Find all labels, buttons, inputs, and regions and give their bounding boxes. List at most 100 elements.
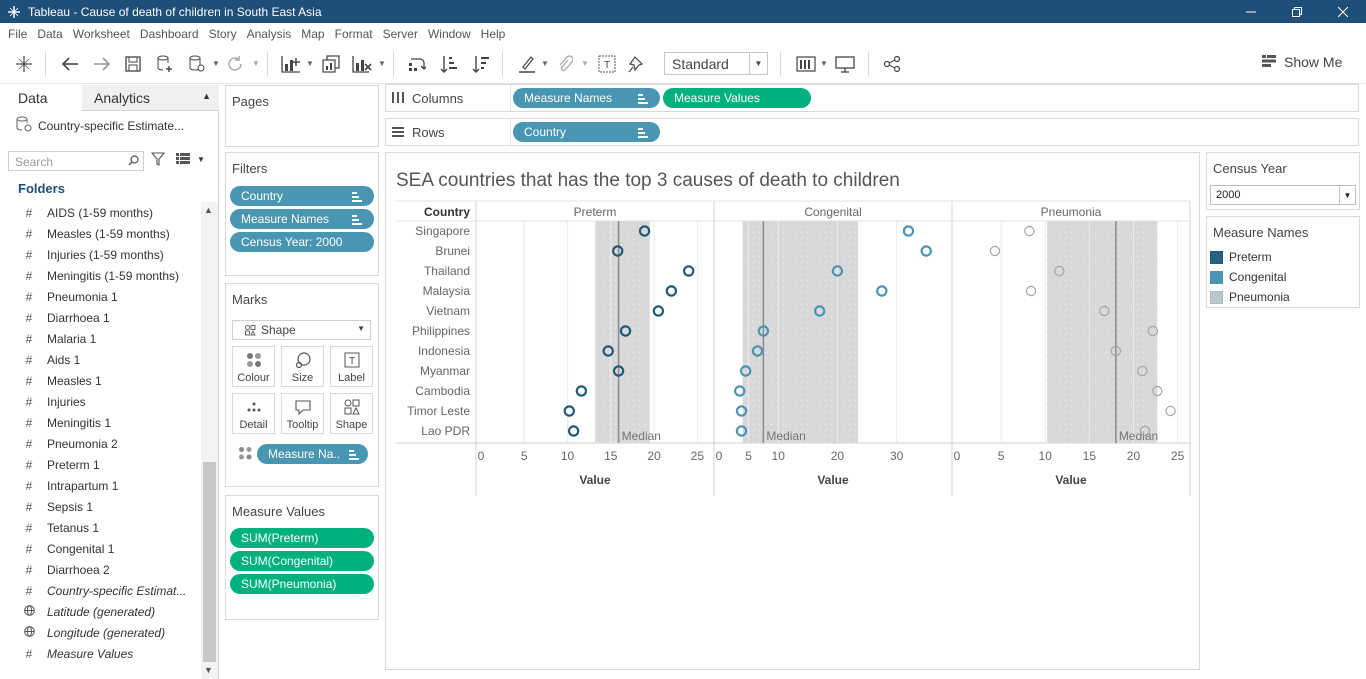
field-item[interactable]: # Meningitis (1-59 months) — [0, 265, 201, 286]
new-worksheet-icon[interactable] — [280, 53, 302, 75]
field-item[interactable]: # Aids 1 — [0, 349, 201, 370]
filters-card[interactable]: Filters Country Measure Names Census Yea… — [225, 152, 379, 276]
viz-area[interactable]: SEA countries that has the top 3 causes … — [385, 152, 1200, 670]
clear-sheet-icon[interactable] — [351, 53, 373, 75]
menu-map[interactable]: Map — [296, 27, 329, 41]
field-item[interactable]: # Injuries — [0, 391, 201, 412]
tab-data[interactable]: Data — [0, 85, 82, 111]
sort-descending-icon[interactable] — [470, 53, 492, 75]
highlight-icon[interactable] — [516, 53, 538, 75]
data-point-pneumonia[interactable] — [1025, 285, 1037, 297]
reference-band[interactable] — [1047, 221, 1158, 443]
data-point-congenital[interactable] — [876, 285, 888, 297]
legend-item-congenital[interactable]: Congenital — [1210, 270, 1286, 284]
close-button[interactable] — [1320, 0, 1366, 23]
data-point-preterm[interactable] — [682, 265, 695, 277]
show-cards-caret-icon[interactable]: ▼ — [820, 59, 828, 68]
undo-icon[interactable] — [59, 53, 81, 75]
menu-data[interactable]: Data — [32, 27, 67, 41]
search-input[interactable]: Search — [8, 151, 144, 171]
field-item[interactable]: # Tetanus 1 — [0, 517, 201, 538]
mark-type-select[interactable]: Shape ▼ — [232, 320, 371, 340]
measure-pill-pneumonia[interactable]: SUM(Pneumonia) — [230, 574, 374, 594]
field-item[interactable]: # Measles 1 — [0, 370, 201, 391]
measure-pill-congenital[interactable]: SUM(Congenital) — [230, 551, 374, 571]
redo-icon[interactable] — [91, 53, 113, 75]
filter-icon[interactable] — [150, 152, 166, 169]
menu-analysis[interactable]: Analysis — [242, 27, 297, 41]
field-list-scrollbar[interactable]: ▲ ▼ — [201, 202, 218, 679]
data-point-pneumonia[interactable] — [989, 245, 1001, 257]
field-item[interactable]: # Sepsis 1 — [0, 496, 201, 517]
label-button[interactable]: T Label — [330, 346, 373, 387]
list-view-icon[interactable] — [176, 153, 190, 167]
datasource-item[interactable]: Country-specific Estimate... — [16, 116, 184, 135]
filter-pill-census-year[interactable]: Census Year: 2000 — [230, 232, 374, 252]
field-item[interactable]: # Injuries (1-59 months) — [0, 244, 201, 265]
new-worksheet-caret-icon[interactable]: ▼ — [306, 59, 314, 68]
menu-dashboard[interactable]: Dashboard — [135, 27, 204, 41]
marks-field-pill[interactable]: Measure Na.. — [257, 444, 368, 464]
highlight-caret-icon[interactable]: ▼ — [541, 59, 549, 68]
group-members-caret-icon[interactable]: ▼ — [581, 59, 589, 68]
menu-format[interactable]: Format — [330, 27, 378, 41]
group-members-icon[interactable] — [554, 53, 576, 75]
columns-pill-measure-names[interactable]: Measure Names — [513, 88, 660, 108]
menu-story[interactable]: Story — [204, 27, 242, 41]
legend-item-preterm[interactable]: Preterm — [1210, 250, 1272, 264]
reference-band[interactable] — [595, 221, 650, 443]
fit-select[interactable]: Standard ▼ — [664, 52, 768, 75]
data-point-preterm[interactable] — [567, 425, 580, 437]
legend-item-pneumonia[interactable]: Pneumonia — [1210, 290, 1290, 304]
pane-caret-icon[interactable]: ▲ — [202, 91, 211, 101]
pause-updates-caret-icon[interactable]: ▼ — [212, 59, 220, 68]
detail-button[interactable]: Detail — [232, 393, 275, 434]
colour-button[interactable]: Colour — [232, 346, 275, 387]
data-point-preterm[interactable] — [575, 385, 588, 397]
rows-pill-country[interactable]: Country — [513, 122, 660, 142]
duplicate-sheet-icon[interactable] — [320, 53, 342, 75]
tableau-home-icon[interactable] — [13, 53, 35, 75]
field-item[interactable]: # Congenital 1 — [0, 538, 201, 559]
data-point-preterm[interactable] — [563, 405, 575, 417]
census-year-select[interactable]: 2000 ▼ — [1210, 185, 1356, 205]
field-item[interactable]: # Diarrhoea 1 — [0, 307, 201, 328]
measure-pill-preterm[interactable]: SUM(Preterm) — [230, 528, 374, 548]
field-item[interactable]: Latitude (generated) — [0, 601, 201, 622]
field-item[interactable]: # Pneumonia 1 — [0, 286, 201, 307]
menu-worksheet[interactable]: Worksheet — [68, 27, 135, 41]
save-icon[interactable] — [122, 53, 144, 75]
menu-window[interactable]: Window — [423, 27, 476, 41]
pages-card[interactable]: Pages — [225, 85, 379, 147]
pause-updates-icon[interactable] — [186, 53, 208, 75]
swap-rows-columns-icon[interactable] — [406, 53, 428, 75]
filter-pill-country[interactable]: Country — [230, 186, 374, 206]
chart-svg[interactable]: SEA countries that has the top 3 causes … — [386, 153, 1199, 669]
size-button[interactable]: Size — [281, 346, 324, 387]
clear-sheet-caret-icon[interactable]: ▼ — [378, 59, 386, 68]
show-mark-labels-icon[interactable]: T — [596, 53, 618, 75]
data-point-congenital[interactable] — [920, 245, 932, 257]
show-cards-icon[interactable] — [795, 53, 817, 75]
scroll-thumb[interactable] — [203, 462, 216, 662]
columns-shelf[interactable]: Columns Measure Names Measure Values — [385, 84, 1359, 112]
tab-analytics[interactable]: Analytics ▲ — [82, 85, 219, 111]
presentation-mode-icon[interactable] — [834, 53, 856, 75]
field-item[interactable]: # Preterm 1 — [0, 454, 201, 475]
minimize-button[interactable] — [1228, 0, 1274, 23]
field-item[interactable]: # AIDS (1-59 months) — [0, 202, 201, 223]
share-icon[interactable] — [881, 53, 903, 75]
field-item[interactable]: # Pneumonia 2 — [0, 433, 201, 454]
field-item[interactable]: # Country-specific Estimat... — [0, 580, 201, 601]
menu-help[interactable]: Help — [476, 27, 511, 41]
field-item[interactable]: # Intrapartum 1 — [0, 475, 201, 496]
refresh-caret-icon[interactable]: ▼ — [252, 59, 260, 68]
tooltip-button[interactable]: Tooltip — [281, 393, 324, 434]
field-item[interactable]: # Measles (1-59 months) — [0, 223, 201, 244]
field-item[interactable]: # Measure Values — [0, 643, 201, 664]
field-item[interactable]: # Malaria 1 — [0, 328, 201, 349]
menu-server[interactable]: Server — [378, 27, 423, 41]
data-point-preterm[interactable] — [665, 285, 678, 297]
show-me-button[interactable]: Show Me — [1262, 54, 1342, 70]
field-item[interactable]: # Meningitis 1 — [0, 412, 201, 433]
